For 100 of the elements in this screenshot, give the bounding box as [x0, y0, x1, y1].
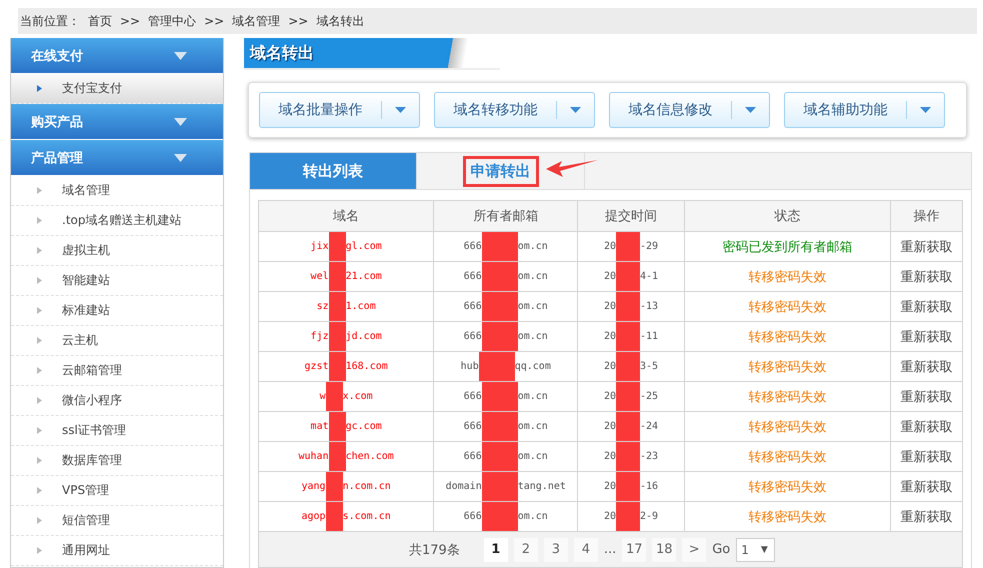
- table-cell: 20 -25: [578, 382, 684, 412]
- refetch-link[interactable]: 重新获取: [900, 300, 952, 314]
- next-page-button[interactable]: >: [682, 538, 706, 562]
- status-text: 转移密码失效: [748, 330, 826, 344]
- triangle-icon: [37, 277, 42, 284]
- status-text: 转移密码失效: [748, 390, 826, 404]
- status-text: 转移密码失效: [748, 300, 826, 314]
- redaction-bar: [616, 262, 640, 291]
- redaction-bar: [482, 442, 518, 471]
- column-header: 提交时间: [578, 200, 684, 232]
- refetch-link[interactable]: 重新获取: [900, 450, 952, 464]
- table-cell: domain tang.net: [434, 472, 578, 502]
- redaction-bar: [616, 322, 640, 351]
- page-button[interactable]: 18: [652, 538, 676, 562]
- caret-icon: [744, 106, 757, 114]
- redaction-bar: [328, 352, 346, 381]
- breadcrumb-link[interactable]: 管理中心: [148, 12, 196, 30]
- refetch-link[interactable]: 重新获取: [900, 420, 952, 434]
- breadcrumb-separator: >>: [120, 14, 140, 28]
- redaction-bar: [328, 412, 346, 441]
- redaction-bar: [482, 502, 518, 531]
- triangle-icon: [37, 307, 42, 314]
- refetch-link[interactable]: 重新获取: [900, 330, 952, 344]
- table-cell: gzst 168.com: [258, 352, 434, 382]
- table-cell: fjz jd.com: [258, 322, 434, 352]
- redaction-bar: [616, 232, 640, 261]
- redaction-bar: [616, 292, 640, 321]
- triangle-icon: [37, 187, 42, 194]
- table-cell: 20 3-5: [578, 352, 684, 382]
- caret-icon: [174, 52, 187, 60]
- page-button[interactable]: 17: [622, 538, 646, 562]
- caret-icon: [394, 106, 407, 114]
- dropdown-button[interactable]: 域名辅助功能: [784, 92, 945, 128]
- breadcrumb-separator: >>: [288, 14, 308, 28]
- redaction-bar: [326, 472, 343, 501]
- redaction-bar: [482, 262, 518, 291]
- column-header: 状态: [684, 200, 890, 232]
- redaction-bar: [326, 382, 343, 411]
- triangle-icon: [37, 217, 42, 224]
- table-cell: 666 om.cn: [434, 442, 578, 472]
- sidebar-item[interactable]: 支付宝支付: [11, 74, 223, 104]
- table-cell: hub qq.com: [434, 352, 578, 382]
- redaction-bar: [616, 412, 640, 441]
- status-text: 转移密码失效: [748, 480, 826, 494]
- table-cell: 666 om.cn: [434, 262, 578, 292]
- page-button[interactable]: 2: [514, 538, 538, 562]
- refetch-link[interactable]: 重新获取: [900, 390, 952, 404]
- dropdown-button[interactable]: 域名信息修改: [609, 92, 770, 128]
- page-button[interactable]: 1: [484, 538, 508, 562]
- table-cell: 666 om.cn: [434, 292, 578, 322]
- table-cell: 666 om.cn: [434, 502, 578, 532]
- go-label: Go: [712, 542, 730, 557]
- redaction-bar: [482, 382, 518, 411]
- redaction-bar: [482, 232, 518, 261]
- breadcrumb-link[interactable]: 首页: [88, 12, 112, 30]
- column-header: 操作: [890, 200, 962, 232]
- refetch-link[interactable]: 重新获取: [900, 240, 952, 254]
- breadcrumb-separator: >>: [204, 14, 224, 28]
- table-cell: 20 -23: [578, 442, 684, 472]
- refetch-link[interactable]: 重新获取: [900, 360, 952, 374]
- table-cell: 666 om.cn: [434, 412, 578, 442]
- dropdown-button[interactable]: 域名批量操作: [259, 92, 420, 128]
- page-select[interactable]: 1 ▼: [736, 538, 775, 562]
- triangle-icon: [37, 487, 42, 494]
- column-header: 域名: [258, 200, 434, 232]
- triangle-icon: [37, 85, 42, 92]
- status-text: 转移密码失效: [748, 270, 826, 284]
- redaction-bar: [328, 322, 346, 351]
- redaction-bar: [328, 292, 346, 321]
- tab[interactable]: 转出列表: [250, 153, 417, 189]
- triangle-icon: [37, 517, 42, 524]
- refetch-link[interactable]: 重新获取: [900, 480, 952, 494]
- breadcrumb-link[interactable]: 域名管理: [232, 12, 280, 30]
- redaction-bar: [616, 502, 640, 531]
- table-cell: 20 -16: [578, 472, 684, 502]
- redaction-bar: [482, 322, 518, 351]
- caret-icon: [174, 154, 187, 162]
- status-text: 转移密码失效: [748, 510, 826, 524]
- triangle-icon: [37, 457, 42, 464]
- triangle-icon: [37, 367, 42, 374]
- refetch-link[interactable]: 重新获取: [900, 510, 952, 524]
- refetch-link[interactable]: 重新获取: [900, 270, 952, 284]
- table-cell: 20 -24: [578, 412, 684, 442]
- breadcrumb-link[interactable]: 域名转出: [316, 12, 364, 30]
- table-cell: 20 2-9: [578, 502, 684, 532]
- page-button[interactable]: 4: [574, 538, 598, 562]
- table-cell: mat gc.com: [258, 412, 434, 442]
- redaction-bar: [616, 352, 640, 381]
- table-cell: 666 om.cn: [434, 382, 578, 412]
- highlight-frame: 申请转出: [462, 156, 538, 186]
- caret-icon: [919, 106, 932, 114]
- redaction-bar: [616, 472, 640, 501]
- triangle-icon: [37, 247, 42, 254]
- status-text: 密码已发到所有者邮箱: [722, 240, 852, 254]
- page-ellipsis: ...: [604, 542, 616, 557]
- sidebar-group-header[interactable]: 购买产品: [11, 104, 223, 140]
- page-button[interactable]: 3: [544, 538, 568, 562]
- table-cell: wuhan chen.com: [258, 442, 434, 472]
- page-title: 域名转出: [250, 42, 314, 64]
- dropdown-button[interactable]: 域名转移功能: [434, 92, 595, 128]
